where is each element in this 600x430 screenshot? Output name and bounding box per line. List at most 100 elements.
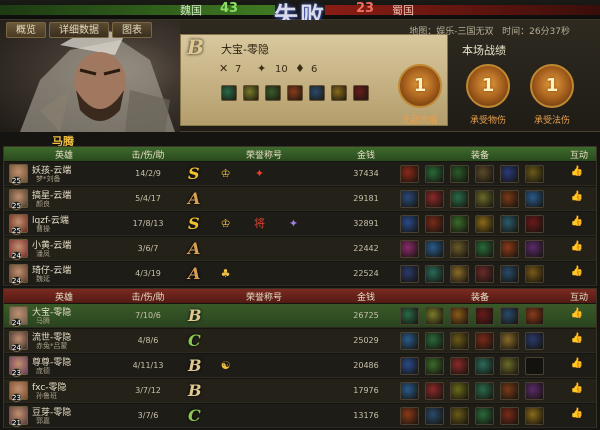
equipment-item[interactable]: [525, 382, 544, 400]
equipment-item[interactable]: [475, 357, 494, 375]
tab-overview[interactable]: 概览: [6, 22, 46, 38]
equipment-item[interactable]: [450, 265, 469, 283]
equipment-item[interactable]: [475, 265, 494, 283]
like-icon[interactable]: 👍: [570, 166, 584, 181]
like-icon[interactable]: 👍: [570, 308, 584, 323]
player-row[interactable]: 24 大宝-零隐 马腾 7/10/6 B 26725 👍: [4, 304, 596, 328]
equipment-item[interactable]: [450, 307, 469, 325]
equipment-item[interactable]: [400, 165, 419, 183]
achievement-badge-icon: 1: [398, 64, 442, 108]
equipment-item[interactable]: [475, 215, 494, 233]
equipment-item[interactable]: [500, 382, 519, 400]
equipment-item[interactable]: [425, 307, 444, 325]
like-icon[interactable]: 👍: [570, 241, 584, 256]
equipment-item[interactable]: [400, 357, 419, 375]
equipment-slot[interactable]: [353, 85, 369, 101]
equipment-item[interactable]: [525, 332, 544, 350]
like-icon[interactable]: 👍: [570, 408, 584, 423]
equipment-item[interactable]: [400, 265, 419, 283]
equipment-item[interactable]: [500, 165, 519, 183]
player-row[interactable]: 24 琦仔-云端 魏延 4/3/19 A ♣ 22524 👍: [4, 262, 596, 286]
like-icon[interactable]: 👍: [570, 216, 584, 231]
equipment-item[interactable]: [450, 190, 469, 208]
equipment-item[interactable]: [400, 307, 419, 325]
equipment-item[interactable]: [450, 165, 469, 183]
gold-value: 26725: [353, 311, 379, 320]
equipment-item[interactable]: [500, 215, 519, 233]
battle-record-title: 本场战绩: [462, 44, 506, 57]
equipment-item[interactable]: [475, 240, 494, 258]
equipment-slot[interactable]: [243, 85, 259, 101]
equipment-item[interactable]: [400, 407, 419, 425]
equipment-item[interactable]: [425, 240, 444, 258]
equipment-item[interactable]: [500, 265, 519, 283]
equipment-item[interactable]: [400, 382, 419, 400]
equipment-slot[interactable]: [221, 85, 237, 101]
rating-grade: B: [188, 356, 202, 375]
equipment-slot[interactable]: [309, 85, 325, 101]
equipment-item[interactable]: [525, 357, 544, 375]
equipment-item[interactable]: [500, 407, 519, 425]
equipment-item[interactable]: [475, 307, 494, 325]
equipment-item[interactable]: [525, 265, 544, 283]
equipment-item[interactable]: [425, 357, 444, 375]
equipment-item[interactable]: [450, 332, 469, 350]
player-row[interactable]: 24 小黄-云端 潘凤 3/6/7 A 22442 👍: [4, 237, 596, 261]
equipment-item[interactable]: [475, 332, 494, 350]
col-hero: 英雄: [54, 293, 73, 303]
equipment-item[interactable]: [400, 240, 419, 258]
equipment-item[interactable]: [525, 190, 544, 208]
team-wei-table: 英雄 击/伤/助 荣誉称号 金钱 装备 互动 25 妖孩-云端 梦*刘备 14/2/9…: [3, 146, 597, 286]
equipment-item[interactable]: [525, 407, 544, 425]
equipment-slot[interactable]: [287, 85, 303, 101]
rating-grade: B: [188, 381, 202, 400]
equipment-item[interactable]: [525, 165, 544, 183]
equipment-item[interactable]: [500, 307, 519, 325]
equipment-slot[interactable]: [331, 85, 347, 101]
equipment-item[interactable]: [425, 332, 444, 350]
player-row[interactable]: 24 流世-零隐 赤兔*吕蒙 4/8/6 C 25029 👍: [4, 329, 596, 353]
equipment-item[interactable]: [475, 165, 494, 183]
equipment-item[interactable]: [450, 357, 469, 375]
equipment-item[interactable]: [475, 382, 494, 400]
gold-value: 20486: [353, 361, 379, 370]
player-row[interactable]: 25 搞星-云端 颜良 5/4/17 A 29181 👍: [4, 187, 596, 211]
like-icon[interactable]: 👍: [570, 191, 584, 206]
equipment-item[interactable]: [425, 265, 444, 283]
equipment-item[interactable]: [425, 407, 444, 425]
like-icon[interactable]: 👍: [570, 358, 584, 373]
equipment-item[interactable]: [500, 240, 519, 258]
col-honor: 荣誉称号: [245, 151, 282, 161]
player-row[interactable]: 23 fxc-零隐 孙鲁班 3/7/12 B 17976 👍: [4, 379, 596, 403]
like-icon[interactable]: 👍: [570, 266, 584, 281]
tab-charts[interactable]: 图表: [112, 22, 152, 38]
equipment-item[interactable]: [450, 382, 469, 400]
player-row[interactable]: 25 lqzf-云端 曹操 17/8/13 S ♔ 将 ✦ 32891 👍: [4, 212, 596, 236]
hero-card-title: 大宝-零隐: [221, 43, 269, 56]
player-row[interactable]: 21 豆芽-零隐 郭嘉 3/7/6 C 13176 👍: [4, 404, 596, 428]
equipment-item[interactable]: [450, 407, 469, 425]
equipment-item[interactable]: [475, 407, 494, 425]
equipment-item[interactable]: [450, 240, 469, 258]
equipment-item[interactable]: [425, 382, 444, 400]
equipment-item[interactable]: [475, 190, 494, 208]
equipment-item[interactable]: [425, 215, 444, 233]
equipment-item[interactable]: [500, 190, 519, 208]
player-row[interactable]: 25 妖孩-云端 梦*刘备 14/2/9 S ♔ ✦ 37434 👍: [4, 162, 596, 186]
equipment-item[interactable]: [500, 332, 519, 350]
like-icon[interactable]: 👍: [570, 383, 584, 398]
equipment-item[interactable]: [450, 215, 469, 233]
equipment-item[interactable]: [525, 307, 544, 325]
equipment-item[interactable]: [400, 215, 419, 233]
equipment-item[interactable]: [525, 215, 544, 233]
equipment-item[interactable]: [425, 190, 444, 208]
equipment-item[interactable]: [425, 165, 444, 183]
like-icon[interactable]: 👍: [570, 333, 584, 348]
equipment-item[interactable]: [400, 332, 419, 350]
equipment-slot[interactable]: [265, 85, 281, 101]
equipment-item[interactable]: [400, 190, 419, 208]
tab-detailed-data[interactable]: 详细数据: [49, 22, 109, 38]
equipment-item[interactable]: [525, 240, 544, 258]
player-row[interactable]: 23 尊尊-零隐 庞德 4/11/13 B ☯ 20486 👍: [4, 354, 596, 378]
equipment-item[interactable]: [500, 357, 519, 375]
